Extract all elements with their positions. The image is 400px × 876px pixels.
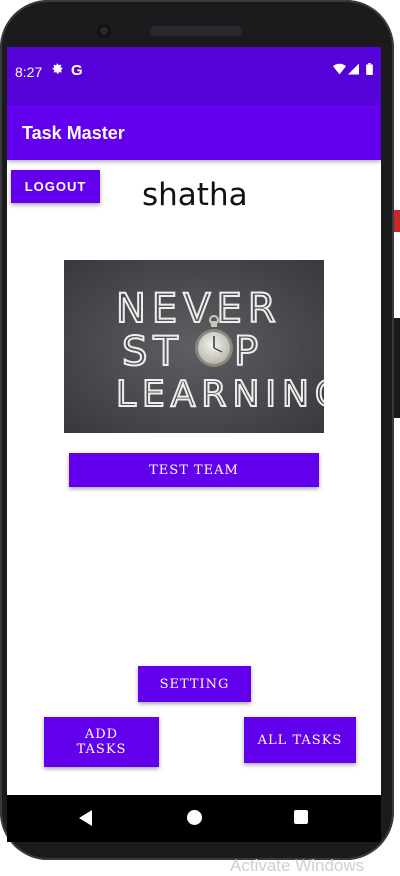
signal-icon [348,62,359,78]
home-icon[interactable] [187,810,202,825]
test-team-button[interactable]: TEST TEAM [69,453,319,487]
status-bar: 8:27 G [7,47,381,105]
add-tasks-button[interactable]: ADD TASKS [44,717,159,767]
banner-line-2b: P [234,329,264,375]
app-bar: Task Master [7,105,381,160]
activate-windows-watermark: Activate Windows [230,856,365,875]
side-button [394,318,400,418]
side-edge-marker [394,210,400,232]
app-title: Task Master [22,123,125,143]
banner-line-1: NEVER [116,286,282,332]
status-time: 8:27 [15,64,43,80]
earpiece-speaker [150,26,242,36]
never-stop-learning-image: NEVER ST P LEARNING [64,260,344,433]
username-label: shatha [142,177,248,213]
wifi-icon [333,62,346,78]
banner-line-2a: ST [122,329,184,375]
recents-icon[interactable] [294,810,308,824]
logout-button[interactable]: LOGOUT [11,170,100,203]
add-tasks-line-2: TASKS [76,742,127,757]
battery-icon [366,62,373,78]
app-screen: 8:27 G Task Master LOGOUT shatha NEVER S… [7,47,381,795]
add-tasks-line-1: ADD [84,727,119,742]
google-icon: G [71,62,83,79]
all-tasks-button[interactable]: ALL TASKS [244,717,356,763]
back-icon[interactable] [79,810,92,826]
setting-button[interactable]: SETTING [138,666,251,702]
front-camera [97,24,111,38]
banner-line-3: LEARNING [116,374,324,415]
navigation-bar [7,795,381,842]
gear-icon [51,62,64,78]
